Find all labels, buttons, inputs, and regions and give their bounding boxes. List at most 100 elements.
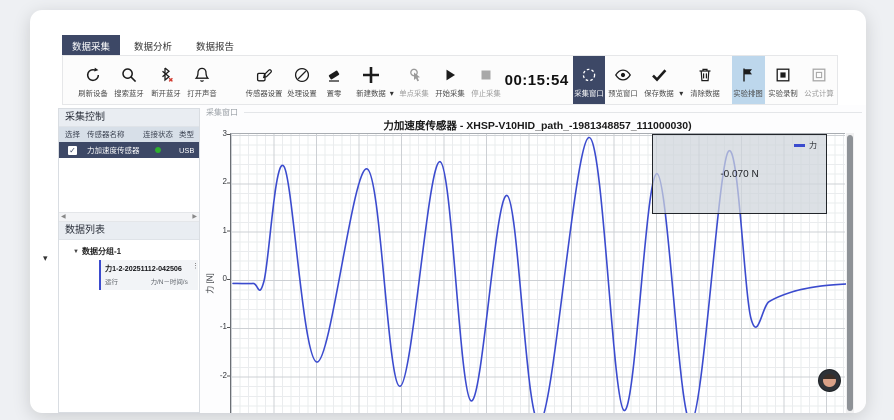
- chart-legend: 力: [794, 140, 817, 151]
- pane-label: 采集窗口: [206, 107, 238, 118]
- eraser-icon: [325, 64, 343, 86]
- horizontal-scrollbar[interactable]: ◀ ▶: [59, 212, 199, 222]
- plot-area[interactable]: -0.070 N 力: [230, 133, 845, 413]
- stop-icon: [479, 64, 493, 86]
- flag-board-icon: [739, 64, 757, 86]
- scroll-left-icon[interactable]: ◀: [61, 213, 66, 221]
- pane-divider: [244, 112, 862, 113]
- zero-button[interactable]: 置零: [320, 56, 346, 104]
- process-settings-button[interactable]: 处理设置: [284, 56, 320, 104]
- toolbar: 刷新设备 搜索蓝牙 断开蓝牙 打开声音 传感器设置: [62, 55, 838, 105]
- clear-data-button[interactable]: 清除数据: [687, 56, 723, 104]
- new-data-button[interactable]: 新建数据: [355, 56, 388, 104]
- item-menu-icon[interactable]: ⋮: [192, 262, 199, 270]
- col-select: 选择: [59, 129, 87, 140]
- formula-calc-button[interactable]: 公式计算: [801, 56, 837, 104]
- collect-control-header: 采集控制: [59, 109, 199, 127]
- data-item-status: 运行: [105, 277, 118, 286]
- sensor-settings-icon: [255, 64, 273, 86]
- dashed-circle-icon: [580, 64, 598, 86]
- tab-data-report[interactable]: 数据报告: [186, 35, 244, 57]
- data-item-axes: 力/N－时间/s: [151, 277, 188, 286]
- sensor-settings-button[interactable]: 传感器设置: [244, 56, 284, 104]
- data-group-label: 数据分组-1: [82, 246, 121, 257]
- chart-title: 力加速度传感器 - XHSP-V10HID_path_-1981348857_1…: [230, 118, 845, 133]
- refresh-icon: [84, 64, 102, 86]
- trash-icon: [696, 64, 714, 86]
- y-tick-2: 2: [211, 177, 227, 186]
- avatar-face-icon: [823, 374, 836, 387]
- main-tabs: 数据采集 数据分析 数据报告: [62, 35, 244, 57]
- y-tick-1: 1: [211, 226, 227, 235]
- data-item-title: 力1-2-20251112-042506: [105, 263, 191, 273]
- capture-window-button[interactable]: 采集窗口: [573, 56, 605, 104]
- scroll-right-icon[interactable]: ▶: [192, 213, 197, 221]
- legend-label: 力: [809, 140, 817, 151]
- y-axis-title: 力 [N]: [205, 267, 216, 301]
- bluetooth-disconnect-icon: [157, 64, 175, 86]
- app-window: 数据采集 数据分析 数据报告 刷新设备 搜索蓝牙 断开蓝牙: [30, 10, 866, 413]
- clear-data-label: 清除数据: [691, 88, 720, 98]
- save-data-caret-icon[interactable]: ▾: [679, 89, 683, 104]
- sound-on-label: 打开声音: [187, 88, 216, 98]
- search-bluetooth-button[interactable]: 搜索蓝牙: [111, 56, 147, 104]
- eye-icon: [614, 64, 632, 86]
- search-bluetooth-label: 搜索蓝牙: [115, 88, 144, 98]
- vertical-scrollbar[interactable]: [846, 133, 854, 413]
- experiment-layout-button[interactable]: 实验排图: [732, 56, 765, 104]
- col-status: 连接状态: [143, 129, 179, 140]
- new-data-label: 新建数据: [357, 88, 386, 98]
- plus-icon: [361, 64, 381, 86]
- check-icon: [650, 64, 668, 86]
- col-type: 类型: [179, 129, 199, 140]
- table-row[interactable]: ✓ 力加速度传感器 USB: [59, 142, 199, 158]
- sensor-checkbox[interactable]: ✓: [68, 146, 77, 155]
- single-point-label: 单点采集: [399, 88, 428, 98]
- measurement-value: -0.070 N: [720, 169, 758, 180]
- disconnect-bluetooth-label: 断开蓝牙: [151, 88, 180, 98]
- chart-panel: 采集窗口 力加速度传感器 - XHSP-V10HID_path_-1981348…: [200, 105, 866, 413]
- bell-icon: [193, 64, 211, 86]
- save-data-button[interactable]: 保存数据: [641, 56, 677, 104]
- sensor-type: USB: [161, 146, 199, 155]
- sidebar-collapse-handle[interactable]: ▾: [43, 253, 48, 264]
- record-frame-icon: [774, 64, 792, 86]
- save-data-label: 保存数据: [644, 88, 673, 98]
- play-icon: [442, 64, 458, 86]
- experiment-record-button[interactable]: 实验录制: [765, 56, 801, 104]
- sensor-table-header: 选择 传感器名称 连接状态 类型: [59, 127, 199, 142]
- y-tick-neg1: -1: [211, 322, 227, 331]
- refresh-device-button[interactable]: 刷新设备: [75, 56, 111, 104]
- pane-header: 采集窗口: [206, 107, 862, 118]
- new-data-caret-icon[interactable]: ▾: [390, 89, 394, 104]
- zero-label: 置零: [326, 88, 341, 98]
- y-tick-neg2: -2: [211, 371, 227, 380]
- preview-window-button[interactable]: 预览窗口: [605, 56, 641, 104]
- stop-capture-button[interactable]: 停止采集: [468, 56, 504, 104]
- tab-data-analysis[interactable]: 数据分析: [124, 35, 182, 57]
- legend-line-swatch: [794, 144, 805, 147]
- tab-data-acquisition[interactable]: 数据采集: [62, 35, 120, 57]
- sensor-name: 力加速度传感器: [87, 145, 143, 156]
- process-settings-label: 处理设置: [288, 88, 317, 98]
- tap-pointer-icon: [405, 64, 423, 86]
- formula-calc-label: 公式计算: [804, 88, 833, 98]
- collect-control-body: [59, 158, 199, 212]
- col-sensor-name: 传感器名称: [87, 129, 143, 140]
- list-item[interactable]: 力1-2-20251112-042506 运行 力/N－时间/s ⋮: [99, 260, 198, 290]
- data-list-header: 数据列表: [59, 222, 199, 240]
- preview-window-label: 预览窗口: [608, 88, 637, 98]
- formula-icon: [810, 64, 828, 86]
- sound-on-button[interactable]: 打开声音: [184, 56, 220, 104]
- data-group-row[interactable]: ▼ 数据分组-1: [59, 240, 199, 260]
- scrollbar-thumb[interactable]: [847, 135, 853, 411]
- disconnect-bluetooth-button[interactable]: 断开蓝牙: [148, 56, 184, 104]
- y-tick-3: 3: [211, 129, 227, 138]
- elapsed-time: 00:15:54: [505, 56, 569, 104]
- single-point-button[interactable]: 单点采集: [396, 56, 432, 104]
- floating-avatar-button[interactable]: [818, 369, 841, 392]
- sidebar: 采集控制 选择 传感器名称 连接状态 类型 ✓ 力加速度传感器 USB ◀ ▶ …: [58, 108, 200, 413]
- start-capture-button[interactable]: 开始采集: [432, 56, 468, 104]
- capture-window-label: 采集窗口: [574, 88, 603, 98]
- search-icon: [120, 64, 138, 86]
